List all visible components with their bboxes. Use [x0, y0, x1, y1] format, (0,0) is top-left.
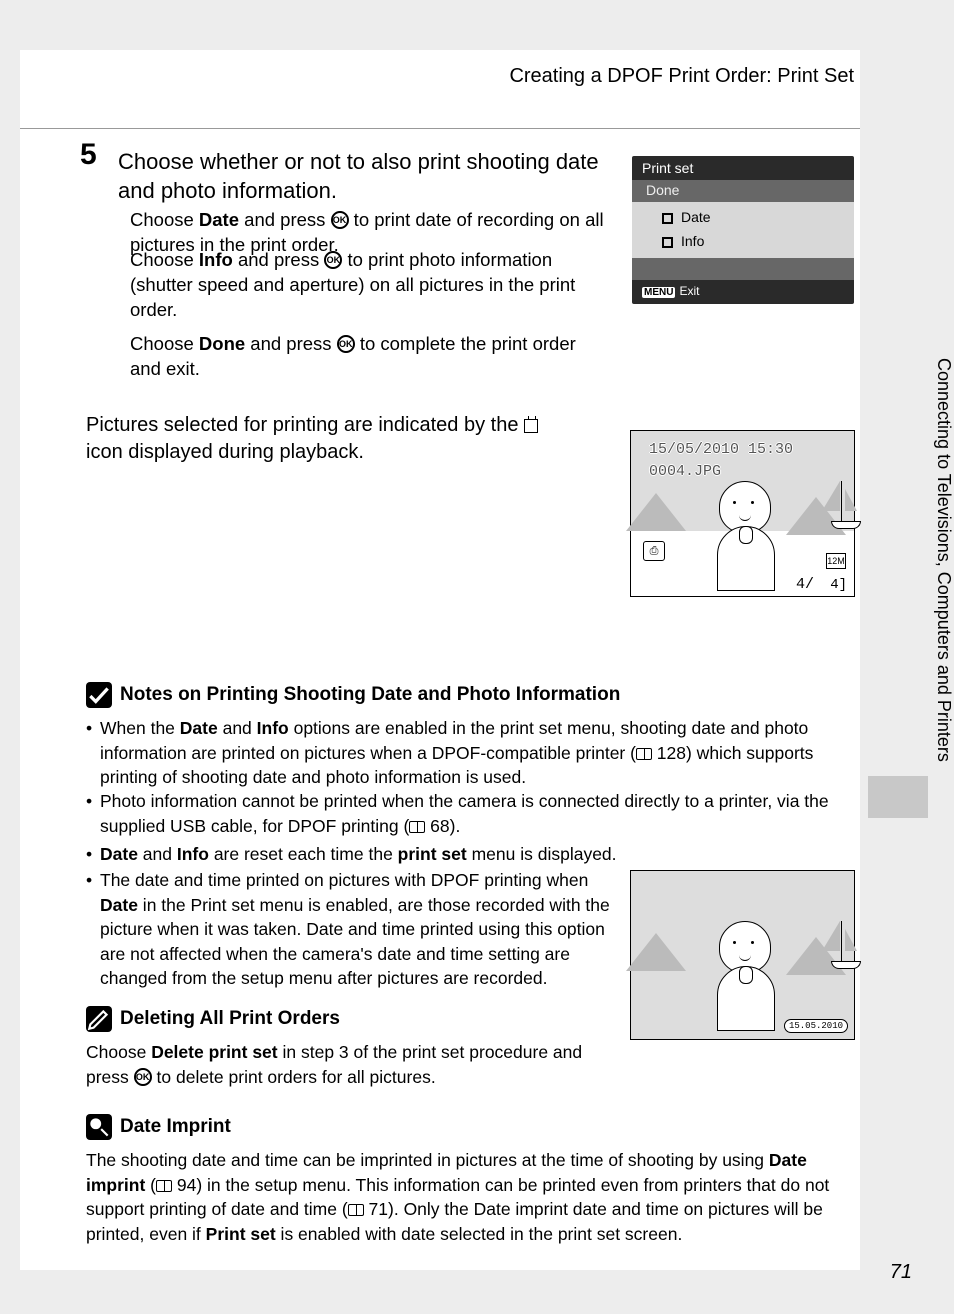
text: to delete print orders for all pictures. [152, 1067, 436, 1087]
text: and [218, 718, 257, 738]
divider [20, 128, 860, 129]
printset-word: Print set [206, 1224, 276, 1244]
text: When the [100, 718, 180, 738]
lcd-print-set: Print set Done Date Info MENU Exit [632, 156, 854, 304]
lcd-playback: 15/05/2010 15:30 0004.JPG ⎙ 12M 4/ 4] [630, 430, 855, 597]
exit-label: Exit [679, 284, 699, 298]
text: is enabled with date selected in the pri… [276, 1224, 683, 1244]
pencil-note-icon [86, 1006, 112, 1032]
lcd2-filename: 0004.JPG [649, 463, 721, 480]
person-icon [699, 471, 794, 596]
info-word: Info [177, 844, 209, 864]
date-word: Date [100, 844, 138, 864]
text: The date and time printed on pictures wi… [100, 870, 588, 890]
text: Choose [130, 333, 199, 354]
lcd-opt-info: Info [662, 233, 704, 249]
step-p4: Pictures selected for printing are indic… [86, 412, 546, 466]
print-indicator-icon: ⎙ [643, 541, 665, 561]
notes1-b1: When the Date and Info options are enabl… [86, 716, 841, 790]
date-stamp: 15.05.2010 [784, 1019, 848, 1033]
text: Pictures selected for printing are indic… [86, 414, 524, 436]
text: Photo information cannot be printed when… [100, 791, 829, 836]
step-title: Choose whether or not to also print shoo… [118, 148, 608, 205]
text: and [138, 844, 177, 864]
date-word: Date [199, 209, 239, 230]
person-icon [699, 911, 794, 1036]
lcd-done: Done [646, 182, 679, 198]
text: Date [681, 209, 711, 225]
ok-icon: OK [324, 251, 342, 269]
step-number: 5 [80, 138, 97, 172]
text: Choose [130, 249, 199, 270]
text: ( [145, 1175, 156, 1195]
date-word: Date [180, 718, 218, 738]
info-word: Info [257, 718, 289, 738]
text: Notes on Printing Shooting Date and Phot… [120, 684, 620, 705]
notes1-b3: Date and Info are reset each time the pr… [86, 842, 646, 867]
illustration-2: 15.05.2010 [630, 870, 855, 1040]
step-p2: Choose Info and press OK to print photo … [130, 248, 590, 323]
mountain-icon [626, 933, 686, 971]
lcd-exit-row: MENU Exit [642, 284, 699, 298]
count-total: 4] [830, 577, 847, 593]
step-p3: Choose Done and press OK to complete the… [130, 332, 600, 382]
bulb-note-icon [86, 1114, 112, 1140]
book-icon [636, 748, 652, 760]
ok-icon: OK [134, 1068, 152, 1086]
text: and press [239, 209, 331, 230]
mountain-icon [626, 493, 686, 531]
notes1-b2: Photo information cannot be printed when… [86, 789, 856, 838]
date-word: Date [100, 895, 138, 915]
done-word: Done [199, 333, 245, 354]
text: Choose [130, 209, 199, 230]
lcd-options: Date Info [632, 202, 854, 258]
text: and press [245, 333, 337, 354]
notes3-title: Date Imprint [86, 1114, 231, 1140]
text: icon displayed during playback. [86, 441, 364, 463]
book-icon [348, 1204, 364, 1216]
info-word: Info [199, 249, 233, 270]
lcd2-datetime: 15/05/2010 15:30 [649, 441, 793, 458]
running-header: Creating a DPOF Print Order: Print Set [509, 65, 854, 88]
text: 68). [425, 816, 460, 836]
text: menu is displayed. [467, 844, 617, 864]
boat-icon [841, 481, 842, 521]
text: The shooting date and time can be imprin… [86, 1150, 769, 1170]
notes3-body: The shooting date and time can be imprin… [86, 1148, 856, 1246]
resolution-badge: 12M [826, 553, 846, 569]
boat-icon [841, 921, 842, 961]
side-tab-label: Connecting to Televisions, Computers and… [868, 348, 954, 768]
check-note-icon [86, 682, 112, 708]
delete-printset-word: Delete print set [151, 1042, 277, 1062]
notes2-title: Deleting All Print Orders [86, 1006, 340, 1032]
notes2-body: Choose Delete print set in step 3 of the… [86, 1040, 616, 1089]
ok-icon: OK [337, 335, 355, 353]
notes1-b4: The date and time printed on pictures wi… [86, 868, 621, 991]
ok-icon: OK [331, 211, 349, 229]
checkbox-icon [662, 213, 673, 224]
side-tab-marker [868, 776, 928, 818]
printset-word: print set [398, 844, 467, 864]
page-number: 71 [890, 1261, 912, 1284]
page: Creating a DPOF Print Order: Print Set 5… [0, 0, 954, 1314]
text: Date Imprint [120, 1116, 231, 1137]
text: Deleting All Print Orders [120, 1008, 340, 1029]
text: in the Print set menu is enabled, are th… [100, 895, 610, 989]
text: are reset each time the [209, 844, 398, 864]
notes1-title: Notes on Printing Shooting Date and Phot… [86, 682, 620, 708]
lcd-opt-date: Date [662, 209, 711, 225]
text: Info [681, 233, 704, 249]
menu-icon: MENU [642, 287, 675, 298]
checkbox-icon [662, 237, 673, 248]
count-current: 4/ [796, 576, 814, 593]
book-icon [156, 1180, 172, 1192]
book-icon [409, 821, 425, 833]
lcd-title: Print set [642, 160, 693, 176]
lcd-bar [632, 258, 854, 280]
text: Choose [86, 1042, 151, 1062]
text: and press [233, 249, 325, 270]
print-icon [524, 419, 538, 433]
